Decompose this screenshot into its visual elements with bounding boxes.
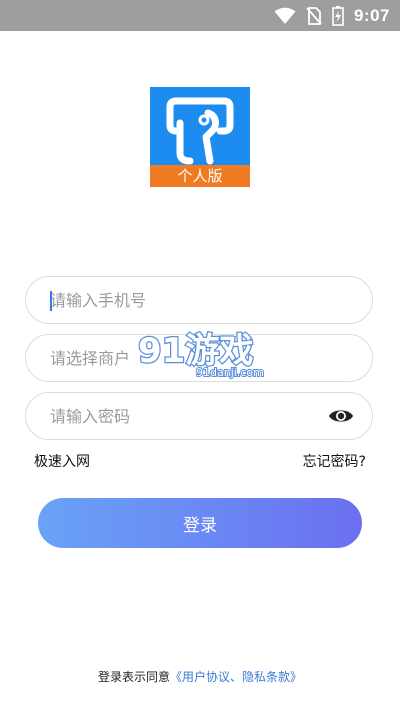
password-input[interactable]: [50, 393, 330, 439]
phone-input[interactable]: [50, 277, 330, 323]
eye-icon[interactable]: [328, 406, 354, 426]
forgot-password-link[interactable]: 忘记密码?: [303, 451, 366, 471]
merchant-select[interactable]: [50, 335, 330, 381]
app-logo: 个人版: [150, 87, 250, 187]
app-edition-badge: 个人版: [150, 165, 250, 187]
quick-register-link[interactable]: 极速入网: [34, 451, 90, 471]
agreement-prefix: 登录表示同意: [97, 670, 170, 684]
password-field[interactable]: [25, 392, 373, 440]
agreement-text: 登录表示同意《用户协议、隐私条款》: [0, 668, 400, 685]
wifi-icon: [274, 7, 296, 24]
no-sim-icon: [306, 6, 322, 25]
agreement-link[interactable]: 《用户协议、隐私条款》: [170, 670, 302, 684]
login-button[interactable]: 登录: [38, 498, 362, 548]
phone-field[interactable]: [25, 276, 373, 324]
status-bar: 9:07: [0, 0, 400, 31]
text-cursor: [50, 291, 52, 311]
battery-charging-icon: [332, 5, 344, 26]
status-icons: 9:07: [274, 0, 390, 31]
merchant-field[interactable]: [25, 334, 373, 382]
status-time: 9:07: [353, 5, 390, 25]
